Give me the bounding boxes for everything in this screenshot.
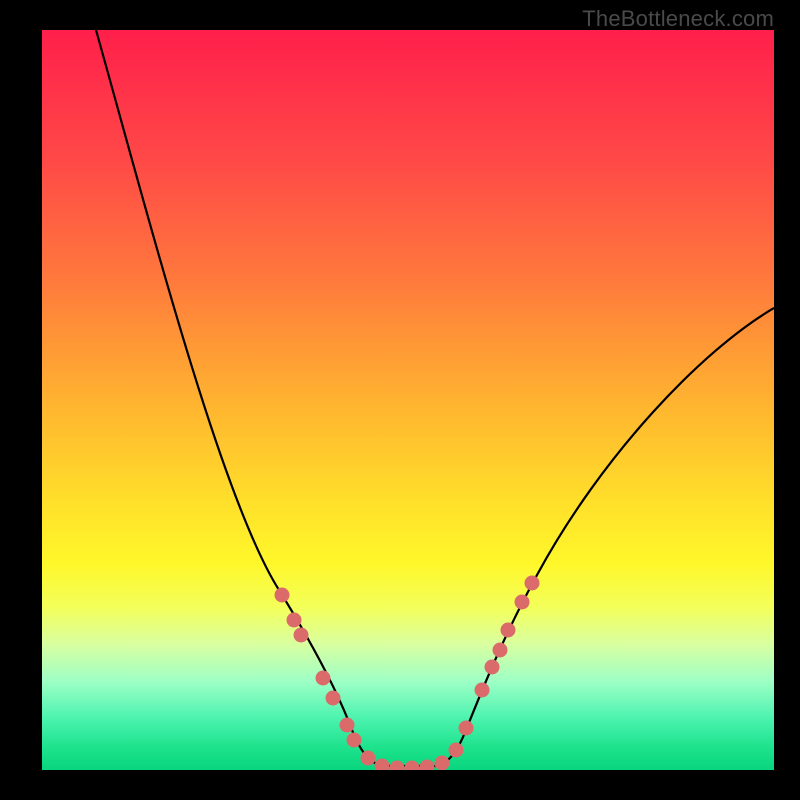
marker-dot (420, 760, 435, 771)
curve-left-branch (96, 30, 382, 766)
marker-dot (390, 761, 405, 771)
marker-dot (449, 743, 464, 758)
curve-svg (42, 30, 774, 770)
plot-area (42, 30, 774, 770)
marker-dot (294, 628, 309, 643)
marker-dot (485, 660, 500, 675)
marker-dot (493, 643, 508, 658)
marker-dot (326, 691, 341, 706)
chart-frame: TheBottleneck.com (0, 0, 800, 800)
marker-dot (316, 671, 331, 686)
marker-dot (361, 751, 376, 766)
watermark-text: TheBottleneck.com (582, 6, 774, 32)
marker-dot (501, 623, 516, 638)
marker-dot (525, 576, 540, 591)
marker-dot (515, 595, 530, 610)
marker-dot (287, 613, 302, 628)
marker-dot (459, 721, 474, 736)
marker-dot (435, 756, 450, 771)
marker-dot (340, 718, 355, 733)
marker-dot (347, 733, 362, 748)
marker-dot (475, 683, 490, 698)
marker-group (275, 576, 540, 771)
marker-dot (275, 588, 290, 603)
curve-right-branch (437, 308, 774, 766)
marker-dot (375, 759, 390, 771)
marker-dot (405, 761, 420, 771)
